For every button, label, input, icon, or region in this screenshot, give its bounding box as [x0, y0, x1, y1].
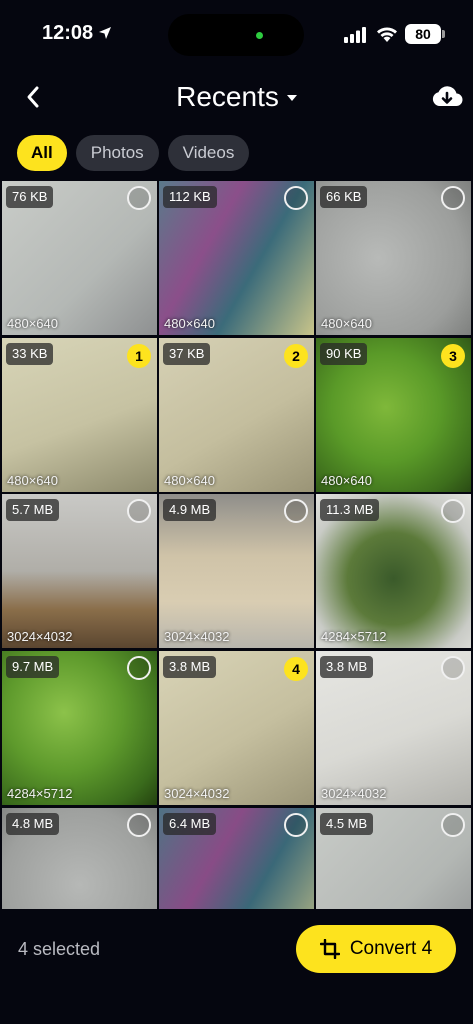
grid-item-10[interactable]: 9.7 MB 4284×5712: [2, 651, 157, 805]
convert-label: Convert 4: [349, 938, 433, 959]
select-toggle[interactable]: [441, 813, 465, 837]
grid-item-15[interactable]: 4.5 MB: [316, 808, 471, 909]
file-size-badge: 4.8 MB: [6, 813, 60, 835]
grid-item-5[interactable]: 37 KB 2 480×640: [159, 338, 314, 492]
album-title: Recents: [176, 81, 279, 112]
image-dimensions: 4284×5712: [7, 786, 73, 801]
selection-number[interactable]: 2: [284, 344, 308, 368]
grid-item-12[interactable]: 3.8 MB 3024×4032: [316, 651, 471, 805]
select-toggle[interactable]: [441, 186, 465, 210]
file-size-badge: 3.8 MB: [320, 656, 374, 678]
image-dimensions: 480×640: [7, 473, 58, 488]
select-toggle[interactable]: [127, 813, 151, 837]
image-dimensions: 3024×4032: [321, 786, 387, 801]
grid-item-6[interactable]: 90 KB 3 480×640: [316, 338, 471, 492]
cloud-download-icon[interactable]: [430, 82, 464, 112]
image-dimensions: 480×640: [321, 473, 372, 488]
location-arrow-icon: [99, 27, 111, 39]
file-size-badge: 90 KB: [320, 343, 368, 365]
grid-item-1[interactable]: 76 KB 480×640: [2, 181, 157, 335]
file-size-badge: 76 KB: [6, 186, 54, 208]
status-time: 12:08: [42, 22, 94, 44]
filter-tabs: All Photos Videos: [17, 135, 250, 171]
media-grid: 76 KB 480×640 112 KB 480×640 66 KB 480×6…: [0, 181, 473, 909]
file-size-badge: 33 KB: [6, 343, 54, 365]
select-toggle[interactable]: [127, 499, 151, 523]
grid-item-11[interactable]: 3.8 MB 4 3024×4032: [159, 651, 314, 805]
tab-all[interactable]: All: [17, 135, 67, 171]
back-button[interactable]: [16, 80, 50, 114]
file-size-badge: 37 KB: [163, 343, 211, 365]
image-dimensions: 3024×4032: [7, 629, 73, 644]
image-dimensions: 480×640: [321, 316, 372, 331]
wifi-icon: [377, 27, 397, 42]
selection-bar: 4 selected Convert 4: [0, 909, 473, 1024]
image-dimensions: 480×640: [7, 316, 58, 331]
grid-item-7[interactable]: 5.7 MB 3024×4032: [2, 494, 157, 648]
select-toggle[interactable]: [127, 186, 151, 210]
camera-indicator-icon: [256, 32, 263, 39]
tab-videos[interactable]: Videos: [167, 135, 250, 171]
signal-icon: [344, 27, 366, 43]
selection-number[interactable]: 4: [284, 657, 308, 681]
grid-item-4[interactable]: 33 KB 1 480×640: [2, 338, 157, 492]
select-toggle[interactable]: [284, 813, 308, 837]
battery-icon: 80: [405, 24, 441, 44]
file-size-badge: 4.9 MB: [163, 499, 217, 521]
file-size-badge: 9.7 MB: [6, 656, 60, 678]
tab-photos[interactable]: Photos: [75, 135, 159, 171]
file-size-badge: 6.4 MB: [163, 813, 217, 835]
file-size-badge: 3.8 MB: [163, 656, 217, 678]
selection-number[interactable]: 1: [127, 344, 151, 368]
grid-item-9[interactable]: 11.3 MB 4284×5712: [316, 494, 471, 648]
select-toggle[interactable]: [284, 499, 308, 523]
image-dimensions: 3024×4032: [164, 786, 230, 801]
grid-item-13[interactable]: 4.8 MB: [2, 808, 157, 909]
status-bar: 12:08 80: [0, 0, 473, 70]
image-dimensions: 480×640: [164, 473, 215, 488]
grid-item-14[interactable]: 6.4 MB: [159, 808, 314, 909]
file-size-badge: 112 KB: [163, 186, 217, 208]
dropdown-caret-icon: [286, 95, 297, 101]
grid-item-8[interactable]: 4.9 MB 3024×4032: [159, 494, 314, 648]
file-size-badge: 4.5 MB: [320, 813, 374, 835]
file-size-badge: 66 KB: [320, 186, 368, 208]
selected-count: 4 selected: [18, 939, 101, 959]
image-dimensions: 480×640: [164, 316, 215, 331]
grid-item-2[interactable]: 112 KB 480×640: [159, 181, 314, 335]
dynamic-island: [168, 14, 304, 56]
back-chevron-icon: [27, 86, 39, 108]
select-toggle[interactable]: [441, 499, 465, 523]
grid-item-3[interactable]: 66 KB 480×640: [316, 181, 471, 335]
convert-button[interactable]: Convert 4: [296, 925, 456, 973]
file-size-badge: 11.3 MB: [320, 499, 380, 521]
image-dimensions: 4284×5712: [321, 629, 387, 644]
select-toggle[interactable]: [284, 186, 308, 210]
file-size-badge: 5.7 MB: [6, 499, 60, 521]
image-dimensions: 3024×4032: [164, 629, 230, 644]
crop-icon: [319, 939, 340, 959]
album-picker[interactable]: Recents: [176, 80, 297, 114]
battery-tip: [442, 30, 445, 38]
album-title-bar: Recents: [0, 80, 473, 114]
select-toggle[interactable]: [127, 656, 151, 680]
select-toggle[interactable]: [441, 656, 465, 680]
selection-number[interactable]: 3: [441, 344, 465, 368]
